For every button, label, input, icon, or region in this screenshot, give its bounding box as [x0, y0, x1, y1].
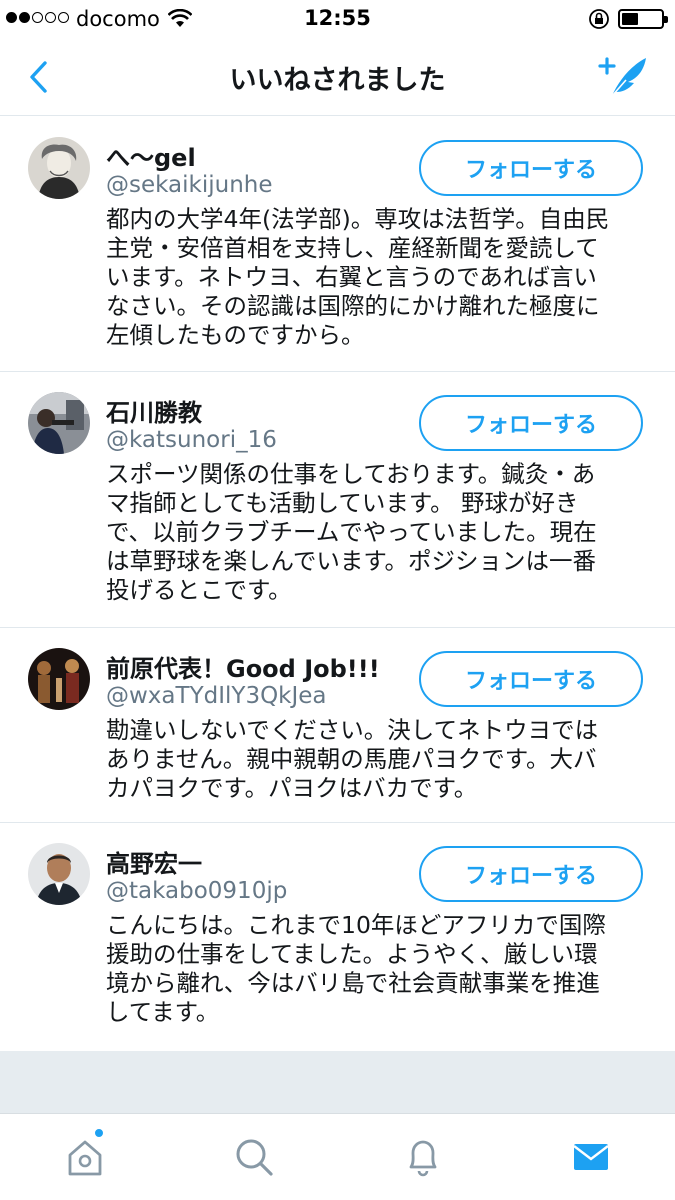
user-row[interactable]: 石川勝教 @katsunori_16 フォローする スポーツ関係の仕事をしており…	[0, 372, 675, 628]
notification-dot	[94, 1128, 104, 1138]
status-time: 12:55	[304, 6, 371, 30]
follow-button[interactable]: フォローする	[419, 846, 643, 902]
user-name[interactable]: 石川勝教	[106, 393, 202, 428]
follow-button[interactable]: フォローする	[419, 395, 643, 451]
user-bio: 都内の大学4年(法学部)。専攻は法哲学。自由民 主党・安倍首相を支持し、産経新聞…	[106, 205, 646, 350]
mail-icon	[573, 1144, 609, 1170]
navigation-bar: いいねされました	[0, 38, 675, 116]
bio-line: で、以前クラブチームでやっていました。現在	[106, 518, 597, 546]
bio-line: 援助の仕事をしてました。ようやく、厳しい環	[106, 940, 598, 968]
follow-button[interactable]: フォローする	[419, 651, 643, 707]
bio-line: います。ネトウヨ、右翼と言うのであれば言い	[106, 263, 597, 291]
compose-tweet-button[interactable]	[596, 52, 652, 102]
user-handle[interactable]: @katsunori_16	[106, 427, 277, 453]
battery-icon	[618, 9, 668, 29]
status-bar: docomo 12:55	[0, 0, 675, 38]
user-bio: こんにちは。これまで10年ほどアフリカで国際 援助の仕事をしてました。ようやく、…	[106, 911, 646, 1027]
user-handle[interactable]: @wxaTYdIlY3QkJea	[106, 683, 327, 709]
bio-line: 境から離れ、今はバリ島で社会貢献事業を推進	[106, 969, 600, 997]
user-name[interactable]: 高野宏一	[106, 844, 202, 879]
bio-line: ありません。親中親朝の馬鹿パヨクです。大バ	[106, 745, 597, 773]
list-footer-background	[0, 1051, 675, 1113]
user-row[interactable]: 高野宏一 @takabo0910jp フォローする こんにちは。これまで10年ほ…	[0, 823, 675, 1051]
bio-line: スポーツ関係の仕事をしております。鍼灸・あ	[106, 460, 596, 488]
user-handle[interactable]: @takabo0910jp	[106, 878, 287, 904]
tab-home[interactable]	[60, 1132, 110, 1182]
tab-notifications[interactable]	[398, 1132, 448, 1182]
page-title: いいねされました	[229, 65, 446, 96]
bio-line: してます。	[106, 998, 220, 1026]
home-icon	[68, 1140, 102, 1176]
orientation-lock-icon	[589, 9, 609, 29]
tab-bar	[0, 1113, 675, 1200]
search-icon	[236, 1139, 273, 1176]
bio-line: なさい。その認識は国際的にかけ離れた極度に	[106, 292, 600, 320]
tab-messages[interactable]	[566, 1132, 616, 1182]
user-bio: スポーツ関係の仕事をしております。鍼灸・あ マ指師としても活動しています。 野球…	[106, 460, 646, 605]
bio-line: 投げるとこです。	[106, 576, 292, 604]
user-name[interactable]: 前原代表！Good Job!!!	[106, 649, 380, 684]
bio-line: 勘違いしないでください。決してネトウヨでは	[106, 716, 599, 744]
bio-line: 都内の大学4年(法学部)。専攻は法哲学。自由民	[106, 205, 610, 233]
user-row[interactable]: へ〜gel @sekaikijunhe フォローする 都内の大学4年(法学部)。…	[0, 117, 675, 372]
bio-line: 主党・安倍首相を支持し、産経新聞を愛読して	[106, 234, 599, 262]
compose-feather-icon	[598, 57, 646, 97]
bio-line: は草野球を楽しんでいます。ポジションは一番	[106, 547, 596, 575]
follow-button[interactable]: フォローする	[419, 140, 643, 196]
user-list: へ〜gel @sekaikijunhe フォローする 都内の大学4年(法学部)。…	[0, 117, 675, 1051]
bio-line: 左傾したものですから。	[106, 321, 365, 349]
bio-line: マ指師としても活動しています。 野球が好き	[106, 489, 579, 517]
bio-line: こんにちは。これまで10年ほどアフリカで国際	[106, 911, 606, 939]
bio-line: カパヨクです。パヨクはバカです。	[106, 774, 478, 802]
bell-icon	[409, 1140, 437, 1177]
user-name[interactable]: へ〜gel	[106, 138, 196, 173]
avatar[interactable]	[28, 392, 90, 454]
avatar[interactable]	[28, 137, 90, 199]
avatar[interactable]	[28, 843, 90, 905]
user-bio: 勘違いしないでください。決してネトウヨでは ありません。親中親朝の馬鹿パヨクです…	[106, 716, 646, 803]
user-row[interactable]: 前原代表！Good Job!!! @wxaTYdIlY3QkJea フォローする…	[0, 628, 675, 823]
avatar[interactable]	[28, 648, 90, 710]
user-handle[interactable]: @sekaikijunhe	[106, 172, 273, 198]
tab-search[interactable]	[229, 1132, 279, 1182]
